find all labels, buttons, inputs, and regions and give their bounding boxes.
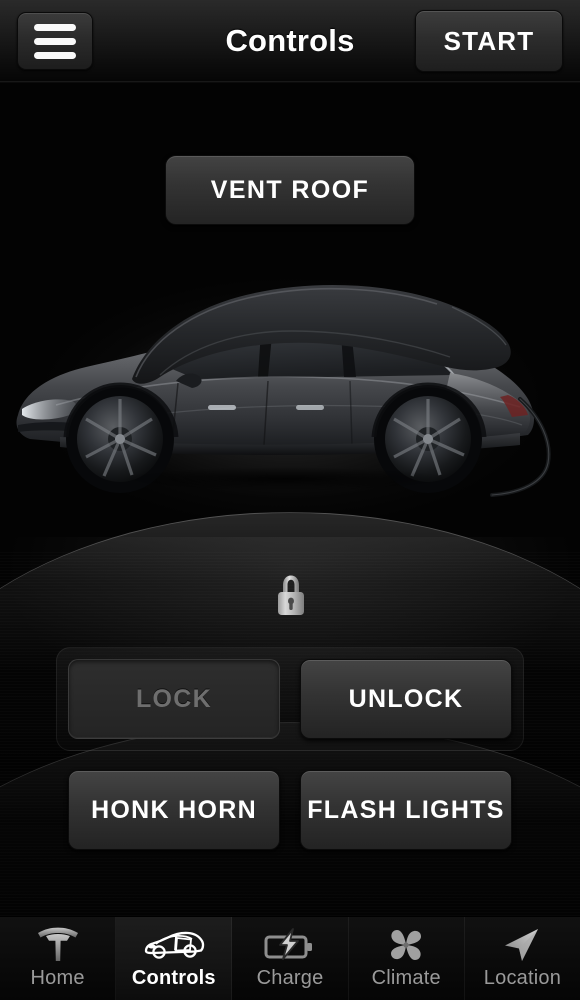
tab-label-home: Home (30, 967, 85, 989)
fan-icon (375, 924, 437, 966)
tab-label-controls: Controls (131, 967, 216, 989)
tab-home[interactable]: Home (0, 917, 117, 1000)
bottom-tab-bar: Home Controls Charge Climate Location (0, 916, 580, 1000)
flash-lights-button[interactable]: FLASH LIGHTS (300, 770, 512, 850)
car-icon (143, 924, 205, 966)
tab-label-climate: Climate (371, 967, 441, 989)
tab-location[interactable]: Location (465, 917, 580, 1000)
tab-charge[interactable]: Charge (232, 917, 349, 1000)
vehicle-image (0, 267, 580, 527)
battery-bolt-icon (259, 924, 321, 966)
tab-climate[interactable]: Climate (349, 917, 465, 1000)
vent-roof-button[interactable]: VENT ROOF (165, 155, 415, 225)
unlock-button[interactable]: UNLOCK (300, 659, 512, 739)
app-header: Controls START (0, 0, 580, 83)
tab-label-charge: Charge (256, 967, 324, 989)
start-button[interactable]: START (415, 10, 563, 72)
tesla-controls-screen: Controls START VENT ROOF LOCK UNLOCK HON… (0, 0, 580, 1000)
lock-status-badge (272, 571, 310, 619)
vehicle-shadow (55, 462, 515, 496)
padlock-locked-icon (278, 575, 304, 615)
tab-label-location: Location (483, 967, 562, 989)
honk-horn-button[interactable]: HONK HORN (68, 770, 280, 850)
tab-controls[interactable]: Controls (116, 917, 233, 1000)
main-stage: VENT ROOF LOCK UNLOCK HONK HORN FLASH LI… (0, 82, 580, 916)
navigation-arrow-icon (491, 924, 553, 966)
tesla-logo-icon (27, 924, 89, 966)
lock-button[interactable]: LOCK (68, 659, 280, 739)
